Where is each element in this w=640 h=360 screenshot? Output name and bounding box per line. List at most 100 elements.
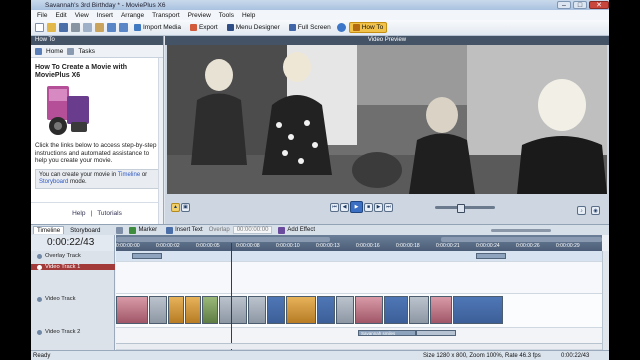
track-toggle-icon[interactable] (37, 254, 42, 259)
video-clip[interactable] (286, 296, 316, 324)
video-clip[interactable] (202, 296, 218, 324)
ruler-tick-label: 0:00:00:02 (156, 243, 180, 249)
overlay-lane[interactable] (116, 251, 602, 262)
help-icon[interactable] (336, 23, 346, 32)
track-toggle-icon[interactable] (37, 265, 42, 270)
track-toggle-icon[interactable] (37, 297, 42, 302)
preview-position-slider[interactable] (435, 204, 495, 213)
ruler-tick-label: 0:00:00:13 (316, 243, 340, 249)
step-forward-icon[interactable]: ▶ (374, 202, 383, 212)
video-clip[interactable] (149, 296, 167, 324)
stop-icon[interactable]: ■ (364, 202, 373, 212)
menu-designer-button[interactable]: Menu Designer (224, 23, 283, 32)
zoom-slider[interactable] (490, 228, 551, 232)
step-back-icon[interactable]: ◀ (340, 202, 349, 212)
cut-icon[interactable] (71, 23, 80, 32)
video-clip[interactable] (409, 296, 429, 324)
video-track-1-lane[interactable] (116, 262, 602, 294)
volume-icon[interactable]: ♪ (577, 206, 586, 215)
app-window: Savannah's 3rd Birthday * - MoviePlus X6… (31, 0, 609, 360)
ruler-tick-label: 0:00:00:00 (116, 243, 140, 249)
copy-icon[interactable] (83, 23, 92, 32)
export-button[interactable]: Export (187, 23, 221, 32)
timecode-display: 0:00:22/43 (31, 235, 115, 251)
overlay-clip[interactable] (132, 253, 162, 259)
text-clip[interactable]: Savannah smiles (358, 330, 416, 336)
insert-text-label: Insert Text (175, 227, 203, 233)
how-to-scrollbar[interactable] (158, 58, 163, 224)
storyboard-mode-link[interactable]: Storyboard (39, 179, 68, 185)
tasks-link[interactable]: Tasks (78, 48, 95, 55)
marker-button[interactable]: Marker (126, 226, 160, 235)
menu-insert[interactable]: Insert (93, 12, 117, 19)
menu-help[interactable]: Help (238, 12, 259, 19)
track-toggle-icon[interactable] (37, 330, 42, 335)
overlap-field[interactable]: 00:00:00:00 (232, 226, 273, 234)
tab-timeline[interactable]: Timeline (33, 226, 65, 234)
video-lane[interactable] (116, 294, 602, 328)
maximize-button[interactable]: □ (573, 1, 587, 9)
time-ruler[interactable]: 0:00:00:00 0:00:00:02 0:00:00:05 0:00:00… (116, 235, 602, 251)
video-clip[interactable] (267, 296, 285, 324)
video-clip[interactable] (185, 296, 201, 324)
home-icon[interactable] (35, 47, 42, 55)
add-effect-button[interactable]: Add Effect (275, 226, 318, 235)
video-clip[interactable] (453, 296, 503, 324)
ruler-tick-label: 0:00:00:18 (396, 243, 420, 249)
go-to-start-icon[interactable]: ⏮ (330, 202, 339, 212)
tab-storyboard[interactable]: Storyboard (67, 227, 103, 234)
menu-view[interactable]: View (71, 12, 93, 19)
menu-preview[interactable]: Preview (184, 12, 215, 19)
full-screen-label: Full Screen (297, 24, 331, 31)
playhead[interactable] (231, 243, 233, 350)
overlay-clip[interactable] (476, 253, 506, 259)
video-clip[interactable] (384, 296, 408, 324)
snapshot-icon[interactable]: ◉ (591, 206, 600, 215)
timeline-mode-link[interactable]: Timeline (118, 172, 140, 178)
go-to-end-icon[interactable]: ⏭ (384, 202, 393, 212)
timeline-horizontal-scrollbar[interactable] (116, 343, 602, 349)
insert-text-button[interactable]: Insert Text (163, 226, 206, 235)
minimize-button[interactable]: ‒ (557, 1, 571, 9)
video-clip[interactable] (317, 296, 335, 324)
track-header-video-2[interactable]: Video Track 2 (31, 329, 115, 335)
marker-label: Marker (138, 227, 158, 233)
video-clip[interactable] (430, 296, 452, 324)
track-headers: Overlay Track Video Track 1 Video Track … (31, 251, 115, 350)
import-media-button[interactable]: Import Media (131, 23, 184, 32)
track-header-overlay[interactable]: Overlay Track (31, 253, 115, 259)
open-folder-icon[interactable] (47, 23, 56, 32)
tutorials-link[interactable]: Tutorials (97, 210, 122, 217)
menu-edit[interactable]: Edit (51, 12, 70, 19)
paste-icon[interactable] (95, 23, 104, 32)
tasks-icon[interactable] (67, 47, 75, 55)
how-to-button[interactable]: How To (348, 22, 388, 33)
video-clip[interactable] (116, 296, 148, 324)
menu-file[interactable]: File (33, 12, 51, 19)
timeline-vertical-scrollbar[interactable] (602, 251, 609, 350)
video-clip[interactable] (355, 296, 383, 324)
close-button[interactable]: ✕ (589, 1, 609, 9)
timeline-tool-icon[interactable] (116, 226, 124, 234)
text-clip-secondary[interactable] (416, 330, 456, 336)
full-screen-button[interactable]: Full Screen (286, 23, 334, 32)
video-clip[interactable] (219, 296, 247, 324)
redo-icon[interactable] (119, 23, 128, 32)
home-link[interactable]: Home (46, 48, 63, 55)
menu-tools[interactable]: Tools (215, 12, 238, 19)
undo-icon[interactable] (107, 23, 116, 32)
track-header-video[interactable]: Video Track (31, 296, 115, 302)
menu-arrange[interactable]: Arrange (117, 12, 148, 19)
new-file-icon[interactable] (35, 23, 44, 32)
track-label: Video Track (45, 296, 76, 302)
pointer-tool-icon[interactable]: ▲ (171, 202, 180, 212)
video-clip[interactable] (168, 296, 184, 324)
video-clip[interactable] (248, 296, 266, 324)
help-link[interactable]: Help (72, 210, 85, 217)
track-header-video-1[interactable]: Video Track 1 (31, 264, 115, 270)
video-clip[interactable] (336, 296, 354, 324)
save-icon[interactable] (59, 23, 68, 32)
menu-transport[interactable]: Transport (148, 12, 184, 19)
play-icon[interactable]: ▶ (350, 201, 363, 213)
crop-tool-icon[interactable]: ▣ (181, 202, 190, 212)
